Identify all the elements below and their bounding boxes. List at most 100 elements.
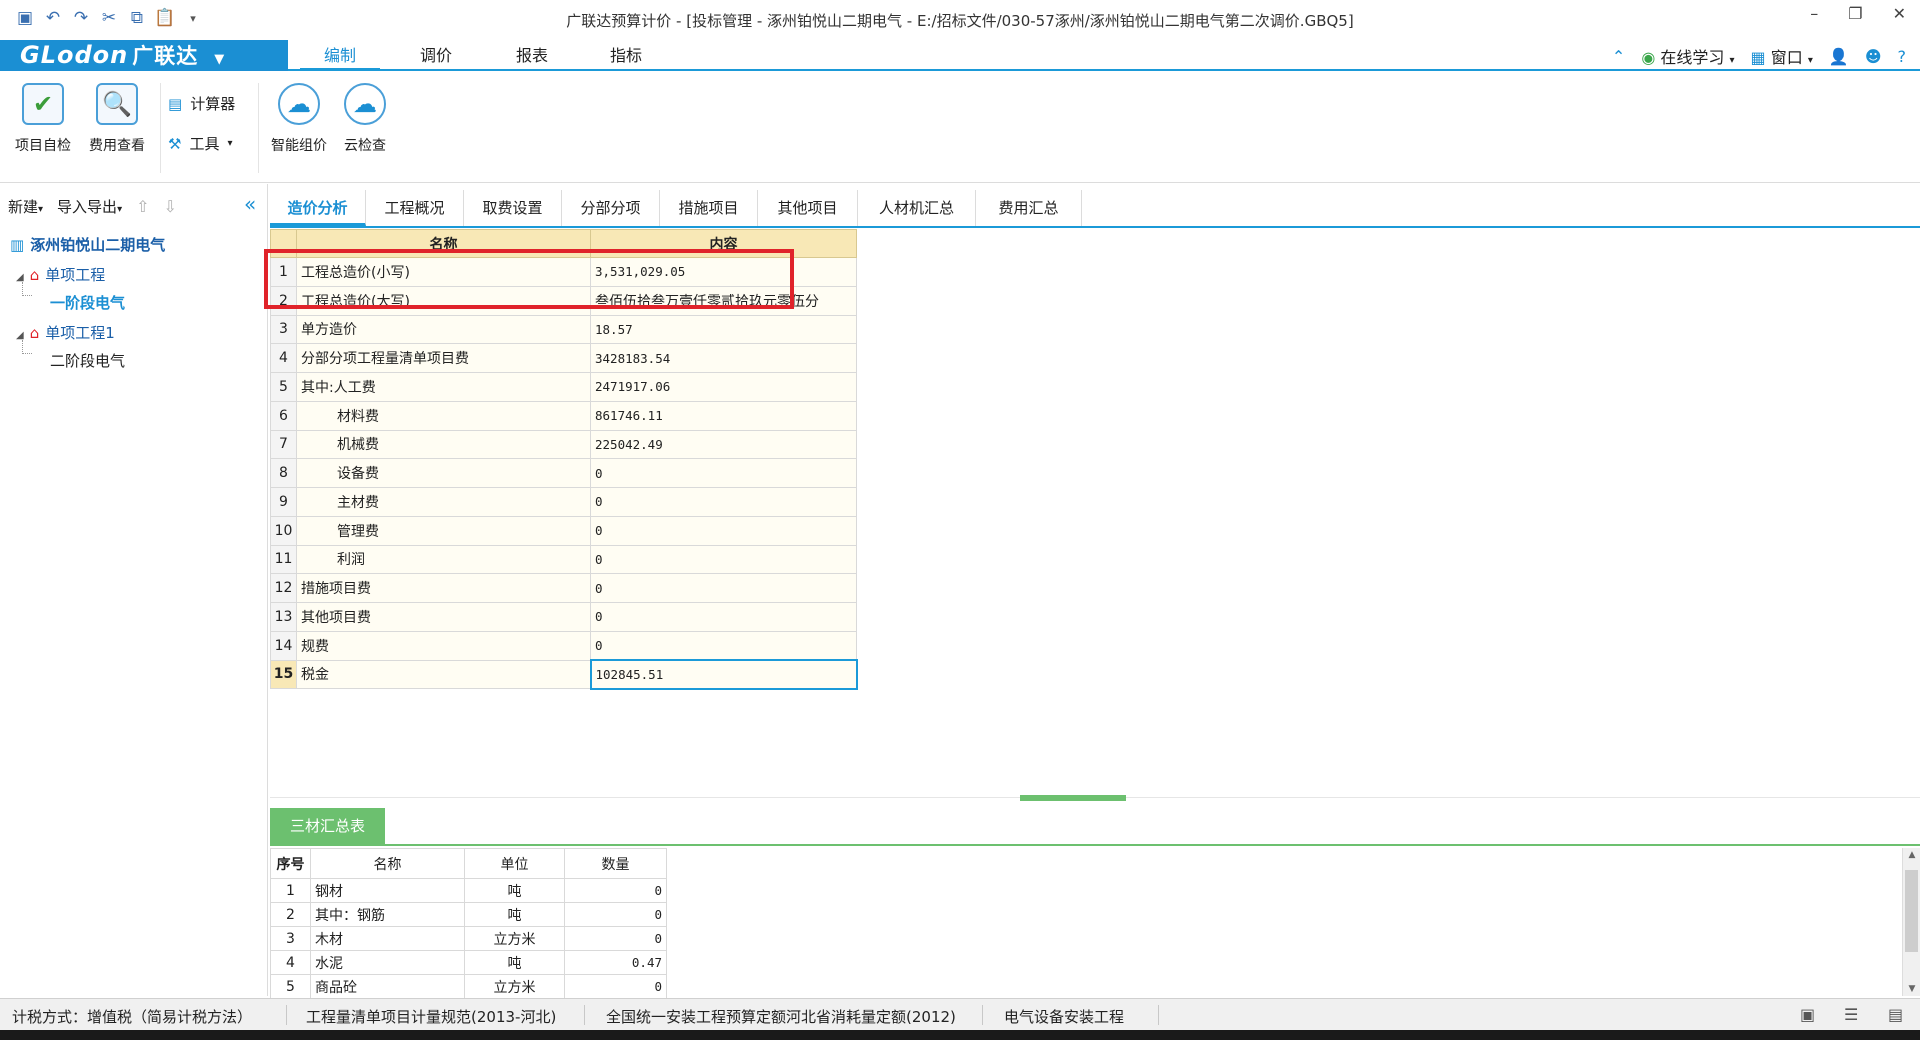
row-name[interactable]: 单方造价	[296, 314, 591, 345]
row-value[interactable]: 18.57	[590, 314, 857, 345]
row-unit[interactable]: 吨	[464, 950, 565, 975]
calculator-button[interactable]: ▤ 计算器	[168, 93, 235, 114]
materials-scrollbar[interactable]: ▲ ▼	[1902, 848, 1920, 996]
tab-subitems[interactable]: 分部分项	[562, 190, 660, 226]
row-value[interactable]: 225042.49	[590, 429, 857, 460]
online-learning-button[interactable]: ◉ 在线学习 ▾	[1641, 44, 1734, 68]
row-value[interactable]: 861746.11	[590, 400, 857, 431]
assistant-icon[interactable]: ☻	[1865, 47, 1882, 66]
user-icon[interactable]: 👤	[1829, 47, 1849, 66]
tree-root-project[interactable]: ▥ 涿州铂悦山二期电气	[10, 234, 165, 255]
menu-tab-edit[interactable]: 编制	[300, 40, 380, 71]
view-normal-icon[interactable]: ▣	[1800, 1005, 1815, 1024]
row-name[interactable]: 木材	[310, 926, 465, 951]
collapse-panel-icon[interactable]: «	[244, 192, 256, 216]
row-value-active-cell[interactable]: 102845.51	[589, 659, 858, 690]
table-row[interactable]: 13 其他项目费 0	[270, 602, 857, 632]
row-name[interactable]: 措施项目费	[296, 573, 591, 603]
row-unit[interactable]: 吨	[464, 878, 565, 903]
tree-item-stage-two-electrical[interactable]: 二阶段电气	[50, 350, 125, 371]
row-name[interactable]: 其他项目费	[296, 602, 591, 632]
table-row[interactable]: 1 工程总造价(小写) 3,531,029.05	[270, 257, 857, 287]
row-unit[interactable]: 吨	[464, 902, 565, 927]
row-name[interactable]: 分部分项工程量清单项目费	[296, 343, 591, 373]
scroll-down-arrow-icon[interactable]: ▼	[1903, 984, 1920, 994]
row-name[interactable]: 机械费	[296, 429, 591, 460]
row-name[interactable]: 商品砼	[310, 974, 465, 999]
menu-tab-indicators[interactable]: 指标	[588, 40, 664, 71]
row-value[interactable]: 叁佰伍拾叁万壹仟零贰拾玖元零伍分	[590, 285, 857, 316]
tree-item-stage-one-electrical[interactable]: 一阶段电气	[50, 292, 125, 313]
tab-labor-material-summary[interactable]: 人材机汇总	[858, 190, 976, 226]
row-value[interactable]: 0	[590, 602, 857, 632]
view-list-icon[interactable]: ☰	[1844, 1005, 1858, 1024]
row-name[interactable]: 工程总造价(小写)	[296, 257, 591, 287]
table-row[interactable]: 4 分部分项工程量清单项目费 3428183.54	[270, 343, 857, 373]
row-qty[interactable]: 0	[564, 926, 667, 951]
fee-view-button[interactable]: 🔍 费用查看	[80, 83, 154, 155]
window-menu-button[interactable]: ▦ 窗口 ▾	[1751, 44, 1813, 68]
table-row[interactable]: 10 管理费 0	[270, 515, 857, 546]
row-name[interactable]: 管理费	[296, 515, 591, 546]
row-name[interactable]: 工程总造价(大写)	[296, 285, 591, 316]
row-name[interactable]: 材料费	[296, 400, 591, 431]
row-value[interactable]: 3428183.54	[590, 343, 857, 373]
table-row[interactable]: 2 工程总造价(大写) 叁佰伍拾叁万壹仟零贰拾玖元零伍分	[270, 285, 857, 316]
table-row[interactable]: 2 其中：钢筋吨 0	[270, 902, 667, 927]
smart-pricing-button[interactable]: ☁ 智能组价	[262, 83, 336, 155]
menu-tab-reports[interactable]: 报表	[494, 40, 570, 71]
table-row[interactable]: 1 钢材吨 0	[270, 878, 667, 903]
restore-icon[interactable]: ❐	[1848, 4, 1862, 23]
row-value[interactable]: 0	[590, 487, 857, 517]
row-value[interactable]: 3,531,029.05	[590, 257, 857, 287]
row-qty[interactable]: 0.47	[564, 950, 667, 975]
row-name[interactable]: 规费	[296, 630, 591, 661]
table-row[interactable]: 12 措施项目费 0	[270, 573, 857, 603]
row-name[interactable]: 利润	[296, 544, 591, 575]
help-button[interactable]: ?	[1898, 47, 1907, 66]
row-name[interactable]: 其中:人工费	[296, 372, 591, 402]
row-value[interactable]: 2471917.06	[590, 372, 857, 402]
row-name[interactable]: 设备费	[296, 458, 591, 488]
import-export-menu[interactable]: 导入导出▾	[57, 196, 122, 217]
project-check-button[interactable]: ✔ 项目自检	[6, 83, 80, 155]
row-name[interactable]: 税金	[296, 659, 591, 690]
splitter-grip[interactable]	[1020, 795, 1126, 801]
move-down-icon[interactable]: ⇩	[164, 197, 177, 216]
row-unit[interactable]: 立方米	[464, 974, 565, 999]
row-name[interactable]: 其中：钢筋	[310, 902, 465, 927]
row-name[interactable]: 钢材	[310, 878, 465, 903]
table-row[interactable]: 5 商品砼 立方米 0	[270, 974, 667, 999]
tab-three-materials-summary[interactable]: 三材汇总表	[270, 808, 385, 844]
menu-tab-adjust-price[interactable]: 调价	[398, 40, 474, 71]
tab-other-items[interactable]: 其他项目	[758, 190, 858, 226]
table-row[interactable]: 11 利润 0	[270, 544, 857, 575]
row-value[interactable]: 0	[590, 630, 857, 661]
new-menu[interactable]: 新建▾	[8, 196, 43, 217]
row-qty[interactable]: 0	[564, 902, 667, 927]
row-qty[interactable]: 0	[564, 974, 667, 999]
row-unit[interactable]: 立方米	[464, 926, 565, 951]
row-name[interactable]: 主材费	[296, 487, 591, 517]
row-value[interactable]: 0	[590, 544, 857, 575]
tab-project-overview[interactable]: 工程概况	[366, 190, 464, 226]
minimize-icon[interactable]: –	[1810, 4, 1818, 23]
tab-fee-settings[interactable]: 取费设置	[464, 190, 562, 226]
row-name[interactable]: 水泥	[310, 950, 465, 975]
tab-measures[interactable]: 措施项目	[660, 190, 758, 226]
table-row[interactable]: 14 规费 0	[270, 630, 857, 661]
scrollbar-thumb[interactable]	[1905, 870, 1918, 952]
table-row[interactable]: 5 其中:人工费 2471917.06	[270, 372, 857, 402]
close-icon[interactable]: ✕	[1893, 4, 1906, 23]
tab-cost-analysis[interactable]: 造价分析	[270, 190, 366, 226]
row-value[interactable]: 0	[590, 515, 857, 546]
table-row[interactable]: 6 材料费 861746.11	[270, 400, 857, 431]
table-row[interactable]: 4 水泥吨 0.47	[270, 950, 667, 975]
table-row-selected[interactable]: 15 税金 102845.51	[270, 659, 858, 690]
move-up-icon[interactable]: ⇧	[136, 197, 149, 216]
table-row[interactable]: 3 木材 立方米 0	[270, 926, 667, 951]
table-row[interactable]: 7 机械费 225042.49	[270, 429, 857, 460]
collapse-ribbon-icon[interactable]: ⌃	[1612, 47, 1625, 66]
scroll-up-arrow-icon[interactable]: ▲	[1903, 850, 1920, 860]
table-row[interactable]: 8 设备费 0	[270, 458, 857, 488]
